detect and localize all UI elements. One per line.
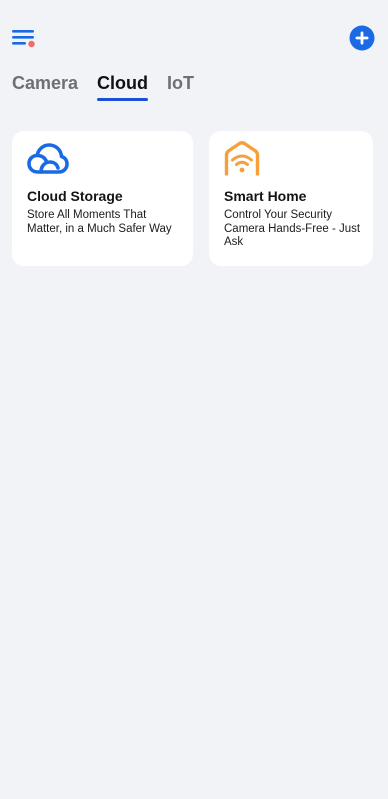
card-description: Control Your Security Camera Hands-Free … <box>224 209 361 249</box>
add-device-button[interactable] <box>349 25 375 51</box>
card-title: Cloud Storage <box>27 188 123 204</box>
smart-home-wifi-icon <box>223 141 263 176</box>
app-root: Camera Cloud IoT Cloud Storage Store All… <box>0 0 388 799</box>
cloud-icon <box>27 142 69 176</box>
cloud-storage-card[interactable]: Cloud Storage Store All Moments That Mat… <box>12 131 193 266</box>
active-tab-indicator <box>97 98 148 101</box>
menu-lines-icon <box>12 30 35 48</box>
tab-camera-label: Camera <box>12 73 79 93</box>
notification-dot <box>28 40 35 48</box>
tab-cloud-label: Cloud <box>97 73 148 93</box>
menu-button[interactable] <box>10 26 38 50</box>
tab-iot[interactable]: IoT <box>167 72 194 94</box>
plus-circle-icon <box>349 25 375 51</box>
card-title: Smart Home <box>224 188 307 204</box>
tab-iot-label: IoT <box>167 73 194 93</box>
smart-home-card[interactable]: Smart Home Control Your Security Camera … <box>209 131 373 266</box>
card-description: Store All Moments That Matter, in a Much… <box>27 209 172 235</box>
tab-cloud[interactable]: Cloud <box>97 72 148 101</box>
tab-camera[interactable]: Camera <box>12 72 78 94</box>
